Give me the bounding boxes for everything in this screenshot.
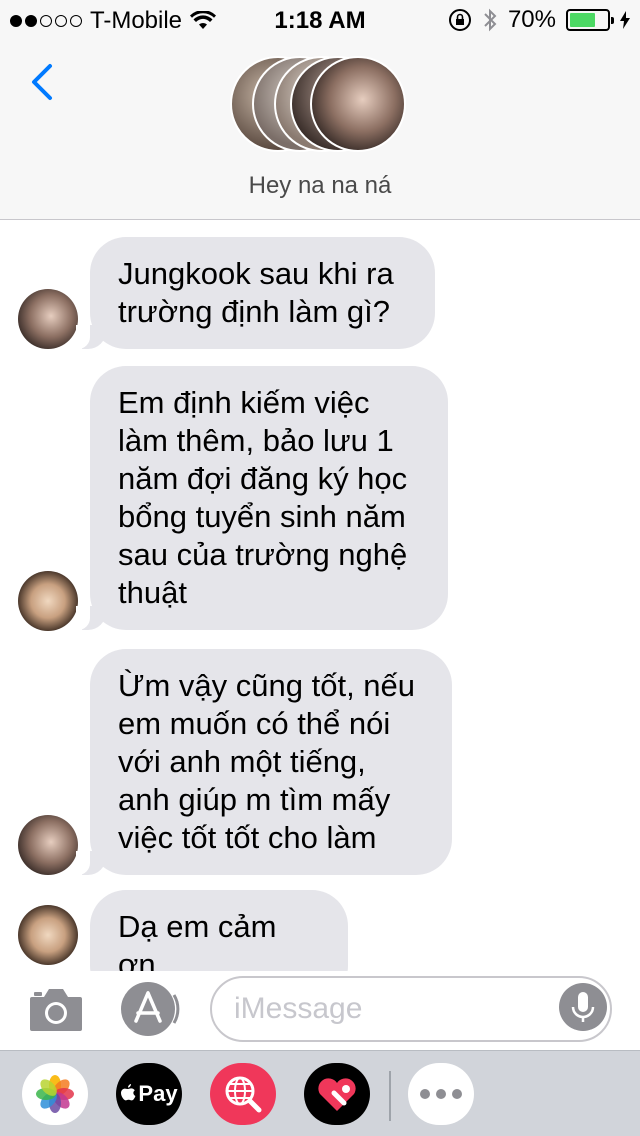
globe-search-icon <box>225 1076 262 1113</box>
sender-avatar[interactable] <box>18 571 78 631</box>
group-avatar-stack[interactable] <box>230 56 410 156</box>
battery-icon <box>566 9 614 31</box>
heart-touch-icon <box>318 1078 356 1111</box>
bluetooth-icon <box>484 8 497 32</box>
group-member-avatar <box>310 56 406 152</box>
conversation-header: Hey na na ná <box>0 40 640 220</box>
camera-button[interactable] <box>28 983 84 1033</box>
more-apps-button[interactable] <box>408 1063 474 1125</box>
photos-app-button[interactable] <box>22 1063 88 1125</box>
app-store-button[interactable] <box>120 981 180 1037</box>
message-bubble[interactable]: Ừm vậy cũng tốt, nếu em muốn có thể nói … <box>76 649 452 875</box>
charging-bolt-icon <box>620 11 630 29</box>
battery-percent: 70% <box>507 6 556 33</box>
apple-pay-button[interactable]: Pay <box>116 1063 182 1125</box>
back-button[interactable] <box>22 62 62 102</box>
compose-bar <box>0 971 640 1049</box>
status-right: 70% <box>448 6 630 34</box>
digital-touch-app-button[interactable] <box>304 1063 370 1125</box>
message-bubble[interactable]: Jungkook sau khi ra trường định làm gì? <box>76 237 435 349</box>
camera-icon <box>30 989 82 1031</box>
message-list[interactable]: Jungkook sau khi ra trường định làm gì? … <box>0 221 640 1002</box>
drawer-divider <box>389 1071 391 1121</box>
microphone-icon <box>571 992 595 1022</box>
chevron-left-icon <box>32 64 52 100</box>
ellipsis-icon <box>420 1089 462 1099</box>
dictation-button[interactable] <box>559 983 607 1031</box>
status-bar: T-Mobile 1:18 AM 70% <box>0 0 640 40</box>
app-drawer: Pay <box>0 1050 640 1136</box>
imessage-input[interactable] <box>210 976 612 1042</box>
web-search-app-button[interactable] <box>210 1063 276 1125</box>
app-store-icon <box>121 982 180 1036</box>
apple-logo-icon <box>121 1084 136 1101</box>
sender-avatar[interactable] <box>18 815 78 875</box>
message-bubble[interactable]: Em định kiếm việc làm thêm, bảo lưu 1 nă… <box>76 366 448 630</box>
apple-pay-label: Pay <box>138 1081 178 1106</box>
orientation-lock-icon <box>448 9 471 31</box>
photos-icon <box>36 1075 74 1113</box>
group-name[interactable]: Hey na na ná <box>0 172 640 200</box>
sender-avatar[interactable] <box>18 289 78 349</box>
sender-avatar[interactable] <box>18 905 78 965</box>
